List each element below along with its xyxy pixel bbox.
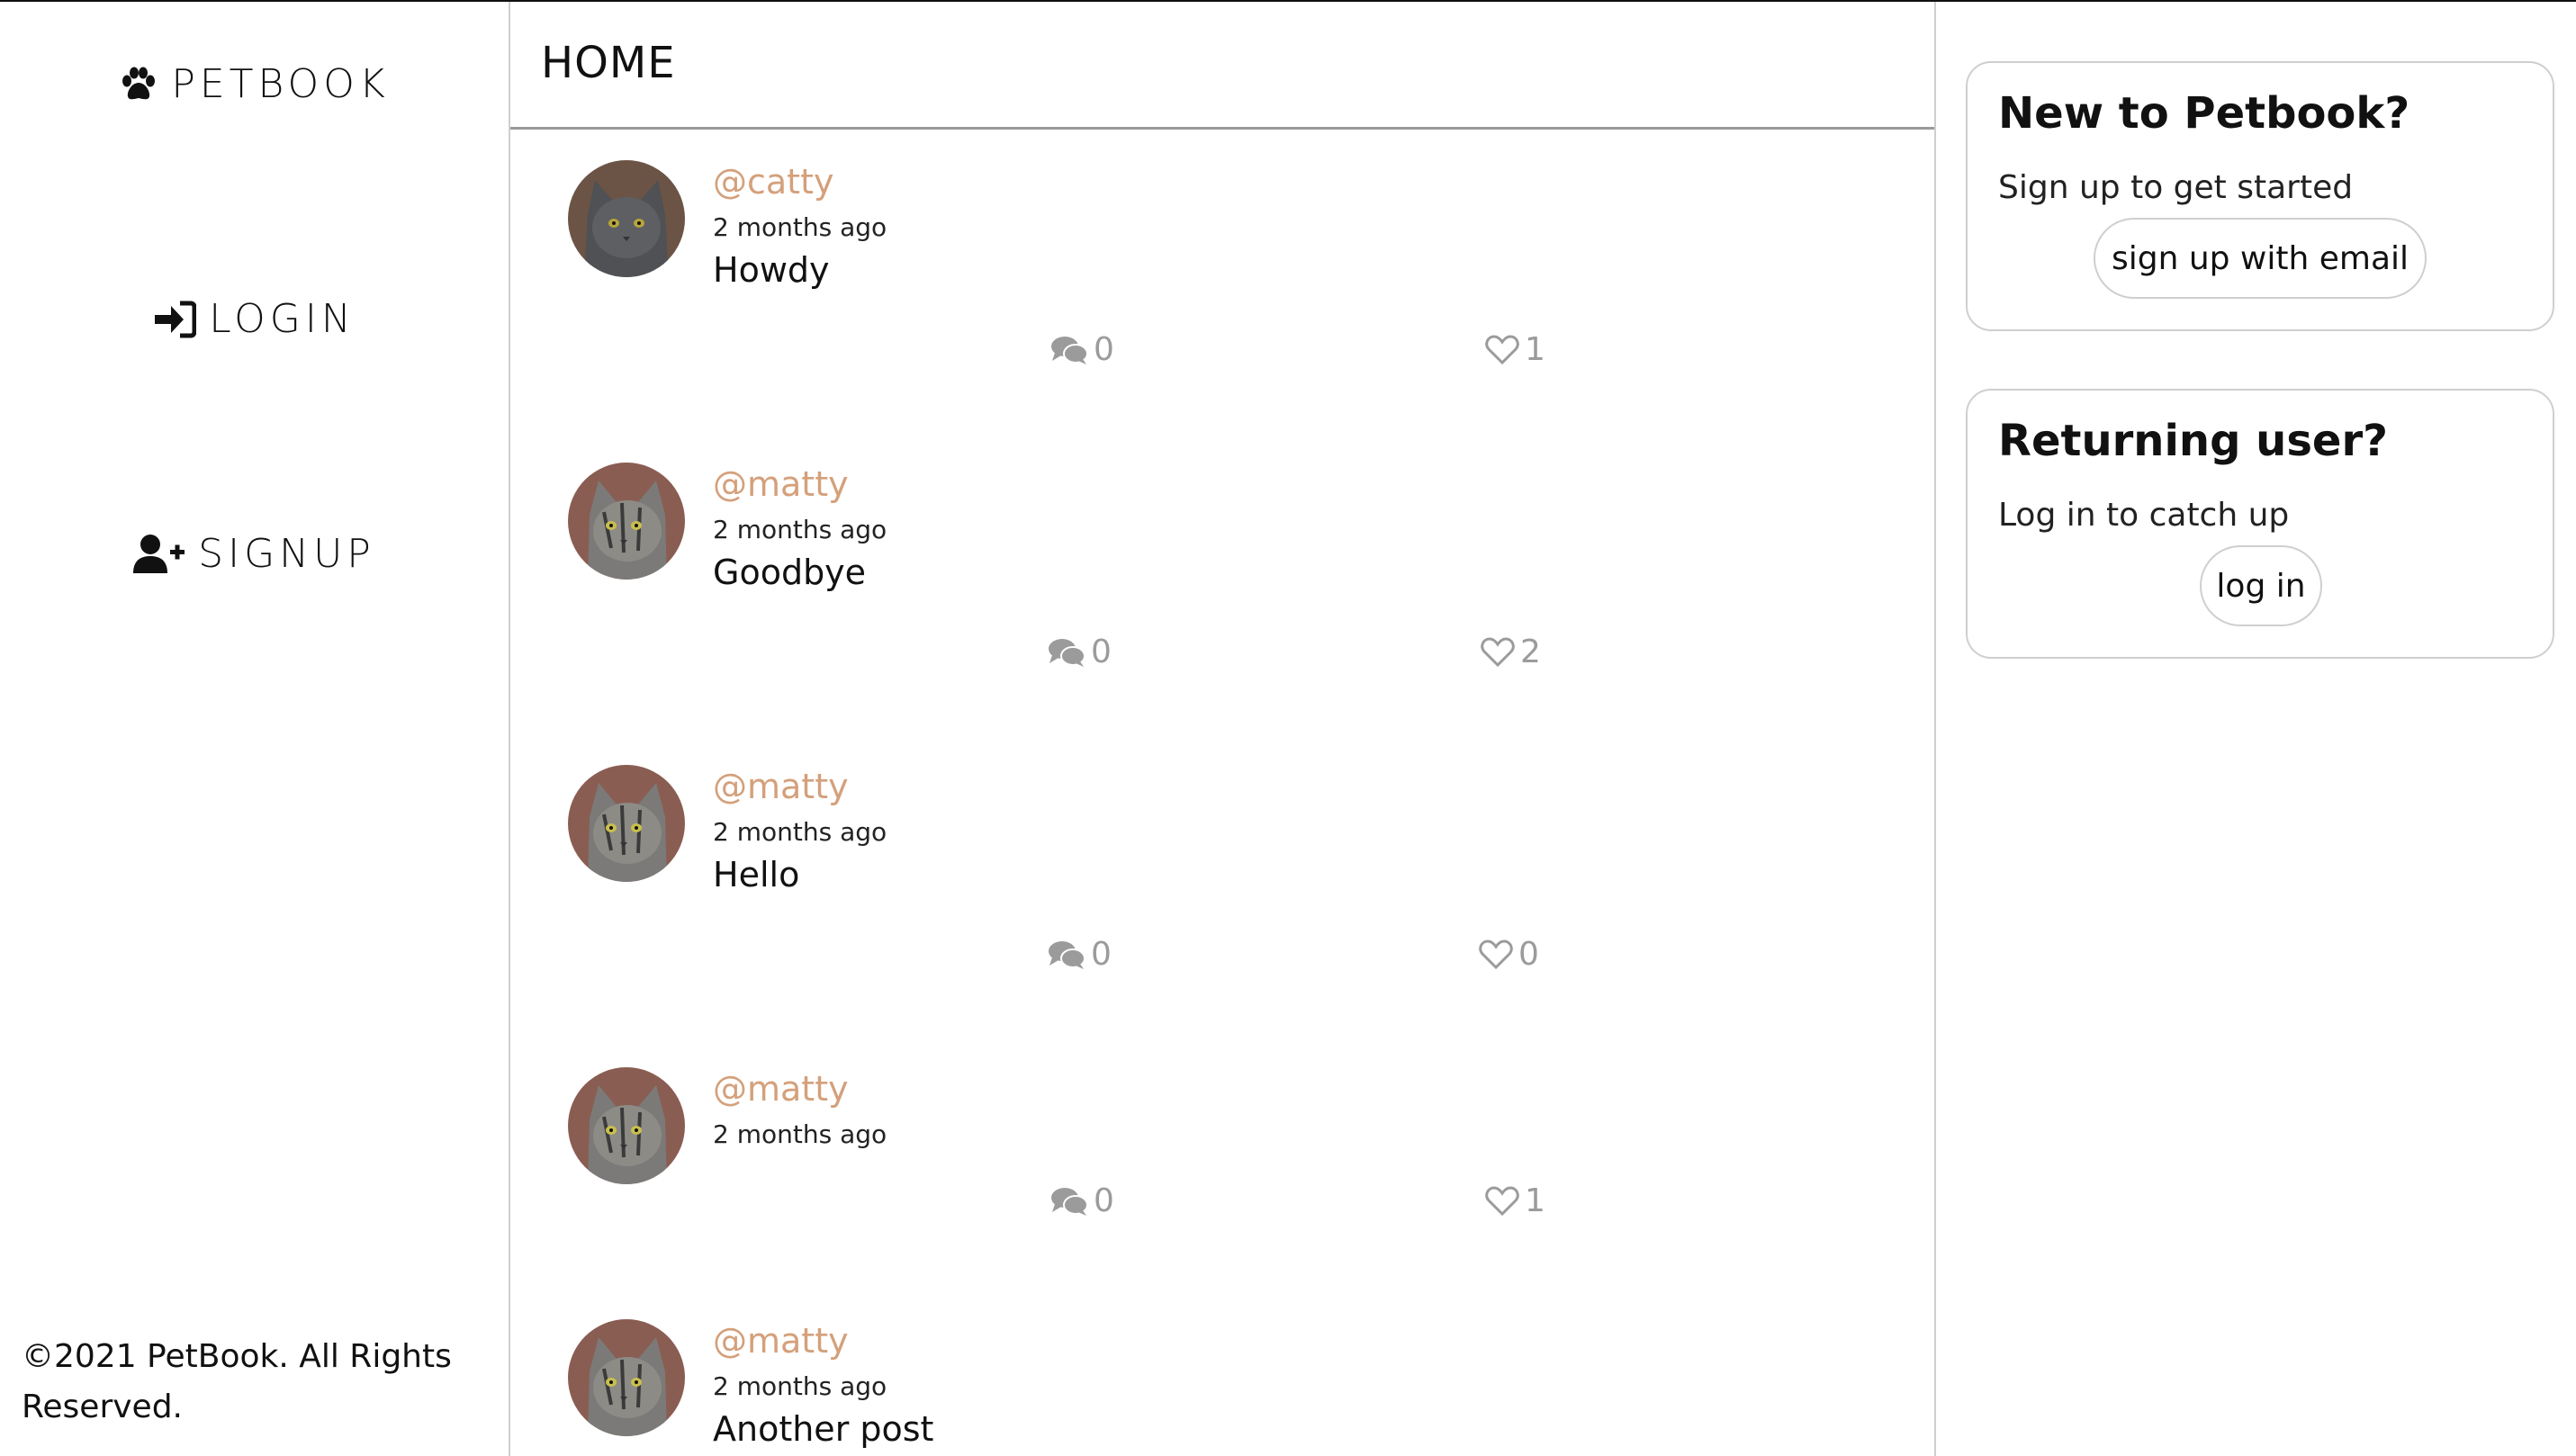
signup-label: SIGNUP: [198, 531, 375, 577]
brand-link[interactable]: PETBOOK: [0, 61, 509, 107]
post-username[interactable]: @matty: [713, 767, 849, 806]
post-item: @matty 2 months ago Goodbye 0 2: [510, 463, 1934, 732]
like-count: 1: [1525, 331, 1545, 368]
like-count: 0: [1518, 936, 1539, 973]
user-plus-icon: [133, 534, 185, 575]
heart-icon: [1479, 939, 1513, 969]
post-item: @matty 2 months ago Another post: [510, 1319, 1934, 1456]
comment-button[interactable]: 0: [1050, 1182, 1114, 1219]
avatar[interactable]: [568, 160, 685, 277]
brand-label: PETBOOK: [171, 61, 390, 107]
comments-icon: [1051, 336, 1088, 364]
post-body: Another post: [713, 1409, 934, 1449]
comments-icon: [1049, 638, 1085, 667]
like-count: 1: [1525, 1182, 1545, 1219]
login-card-title: Returning user?: [1998, 416, 2388, 466]
comment-button[interactable]: 0: [1048, 936, 1112, 973]
heart-icon: [1481, 636, 1515, 667]
post-timestamp: 2 months ago: [713, 212, 887, 242]
avatar[interactable]: [568, 765, 685, 882]
main-feed: HOME @catty 2 months ago Howdy 0 1 @matt…: [510, 2, 1936, 1456]
post-timestamp: 2 months ago: [713, 1371, 887, 1401]
paw-icon: [119, 65, 158, 104]
signup-card: New to Petbook? Sign up to get started s…: [1966, 61, 2554, 331]
avatar[interactable]: [568, 1319, 685, 1436]
comment-button[interactable]: 0: [1048, 634, 1112, 670]
login-card: Returning user? Log in to catch up log i…: [1966, 389, 2554, 659]
comment-count: 0: [1091, 936, 1112, 973]
page: PETBOOK LOGIN SIGNUP ©2021 PetBook. All …: [0, 0, 2576, 1456]
post-body: Hello: [713, 855, 800, 894]
post-timestamp: 2 months ago: [713, 1119, 887, 1149]
post-timestamp: 2 months ago: [713, 515, 887, 544]
post-item: @matty 2 months ago Hello 0 0: [510, 765, 1934, 1035]
comment-count: 0: [1091, 634, 1112, 670]
heart-icon: [1485, 334, 1519, 364]
like-button[interactable]: 1: [1485, 331, 1545, 368]
like-button[interactable]: 0: [1479, 936, 1539, 973]
post-timestamp: 2 months ago: [713, 817, 887, 847]
comment-count: 0: [1094, 331, 1114, 368]
login-label: LOGIN: [209, 296, 356, 342]
comments-icon: [1051, 1187, 1088, 1216]
like-button[interactable]: 1: [1485, 1182, 1545, 1219]
signup-email-button[interactable]: sign up with email: [2094, 218, 2427, 299]
like-count: 2: [1520, 634, 1541, 670]
comment-button[interactable]: 0: [1050, 331, 1114, 368]
post-username[interactable]: @catty: [713, 162, 833, 202]
signup-link[interactable]: SIGNUP: [0, 531, 509, 577]
heart-icon: [1485, 1185, 1519, 1216]
login-card-text: Log in to catch up: [1998, 497, 2290, 534]
post-body: Howdy: [713, 250, 830, 290]
post-username[interactable]: @matty: [713, 464, 849, 504]
like-button[interactable]: 2: [1481, 634, 1541, 670]
post-username[interactable]: @matty: [713, 1069, 849, 1109]
copyright-text: ©2021 PetBook. All Rights Reserved.: [22, 1338, 452, 1425]
sign-in-icon: [153, 301, 197, 338]
post-username[interactable]: @matty: [713, 1321, 849, 1361]
comment-count: 0: [1094, 1182, 1114, 1219]
signup-card-title: New to Petbook?: [1998, 88, 2410, 139]
comments-icon: [1049, 940, 1085, 969]
sidebar: PETBOOK LOGIN SIGNUP ©2021 PetBook. All …: [0, 2, 510, 1456]
avatar[interactable]: [568, 463, 685, 580]
signup-card-text: Sign up to get started: [1998, 169, 2354, 206]
post-item: @matty 2 months ago 0 1: [510, 1067, 1934, 1337]
avatar[interactable]: [568, 1067, 685, 1184]
login-link[interactable]: LOGIN: [0, 296, 509, 342]
feed-header: HOME: [510, 2, 1934, 130]
login-button[interactable]: log in: [2200, 545, 2322, 626]
post-body: Goodbye: [713, 553, 867, 592]
post-item: @catty 2 months ago Howdy 0 1: [510, 160, 1934, 430]
page-title: HOME: [541, 38, 676, 88]
